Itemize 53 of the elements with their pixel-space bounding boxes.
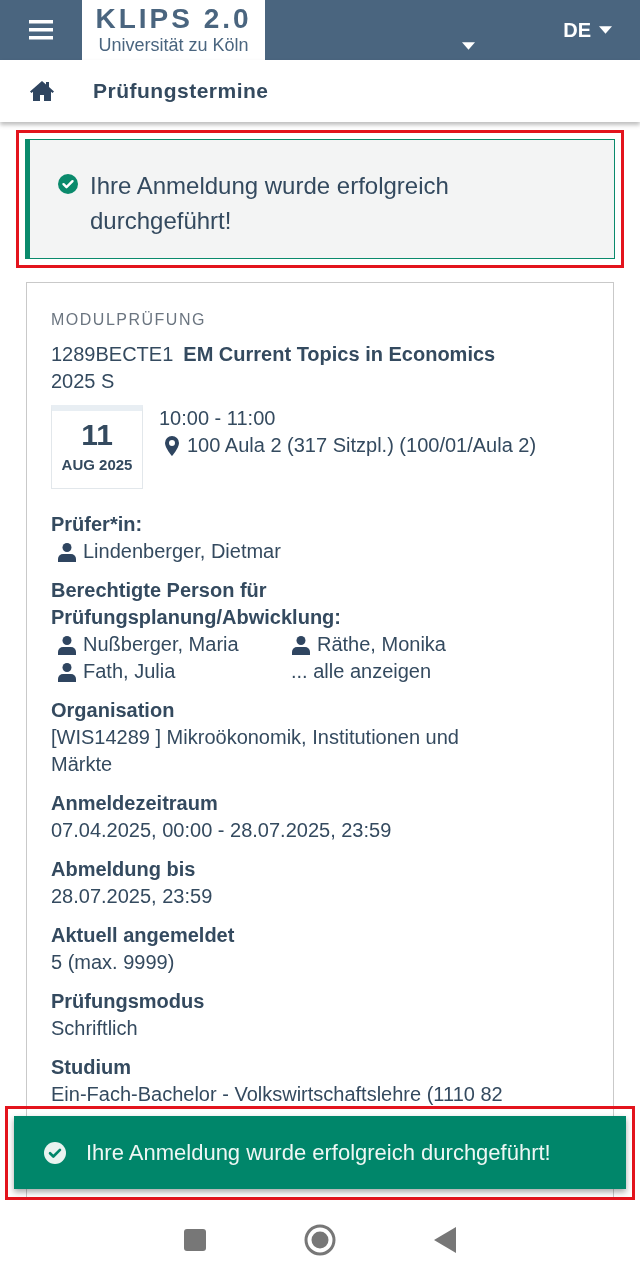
person-icon: [291, 634, 311, 655]
menu-icon: [29, 20, 53, 40]
language-dropdown[interactable]: DE: [563, 0, 640, 60]
caret-icon: [599, 26, 612, 34]
person-name: Fath, Julia: [83, 659, 176, 684]
field-label: Prüfungsmodus: [51, 989, 206, 1014]
recents-button[interactable]: [184, 1228, 206, 1251]
exam-location: 100 Aula 2 (317 Sitzpl.) (100/01/Aula 2): [187, 433, 537, 458]
user-dropdown[interactable]: [462, 42, 476, 50]
exam-title: EM Current Topics in Economics: [183, 342, 496, 367]
exam-semester: 2025 S: [51, 369, 116, 394]
field-value: Schriftlich: [51, 1016, 139, 1041]
back-button[interactable]: [434, 1226, 456, 1253]
triangle-icon: [434, 1226, 456, 1253]
field-value: 5 (max. 9999): [51, 950, 176, 975]
person-icon: [57, 661, 77, 682]
person-name: Lindenberger, Dietmar: [83, 539, 281, 564]
person-name: Nußberger, Maria: [83, 632, 239, 657]
field-value: Ein-Fach-Bachelor - Volkswirtschaftslehre (1110 82: [51, 1082, 504, 1107]
exam-time: 10:00 - 11:00: [159, 406, 277, 431]
home-nav-button[interactable]: [304, 1223, 336, 1256]
field-label: Studium: [51, 1055, 132, 1080]
field-value: [WIS14289 ] Mikroökonomik, Institutionen und Märkte: [51, 725, 460, 777]
square-icon: [184, 1228, 206, 1251]
person-icon: [57, 634, 77, 655]
alert-message: Ihre Anmeldung wurde erfolgreich durchgeführt!: [90, 171, 450, 236]
page-title: Prüfungstermine: [93, 78, 269, 105]
field-label: Prüfer*in:: [51, 512, 144, 537]
logo[interactable]: KLIPS 2.0 Universität zu Köln: [82, 0, 265, 60]
person-icon: [57, 541, 77, 562]
field-label: Anmeldezeitraum: [51, 791, 219, 816]
field-label: Abmeldung bis: [51, 857, 197, 882]
exam-code: 1289BECTE1: [51, 342, 174, 367]
home-icon: [30, 81, 54, 101]
date-day: 11: [81, 417, 113, 453]
exam-type: MODULPRÜFUNG: [51, 310, 207, 330]
logo-title: KLIPS 2.0: [95, 4, 252, 34]
check-circle-icon: [58, 174, 78, 194]
circle-icon: [304, 1223, 336, 1256]
field-label: Aktuell angemeldet: [51, 923, 236, 948]
field-value: 28.07.2025, 23:59: [51, 884, 214, 909]
field-label: Berechtigte Person für Prüfungsplanung/Abwicklung:: [51, 578, 342, 630]
location-pin-icon: [165, 435, 179, 456]
logo-subtitle: Universität zu Köln: [98, 34, 249, 56]
field-value: 07.04.2025, 00:00 - 28.07.2025, 23:59: [51, 818, 393, 843]
person-name: Räthe, Monika: [317, 632, 446, 657]
caret-icon: [462, 42, 476, 50]
date-month: AUG 2025: [61, 455, 133, 475]
home-button[interactable]: [30, 81, 54, 101]
toast-message: Ihre Anmeldung wurde erfolgreich durchgeführt!: [86, 1139, 551, 1167]
show-all-link[interactable]: ... alle anzeigen: [291, 658, 589, 685]
field-label: Organisation: [51, 698, 176, 723]
check-circle-icon: [44, 1141, 66, 1164]
